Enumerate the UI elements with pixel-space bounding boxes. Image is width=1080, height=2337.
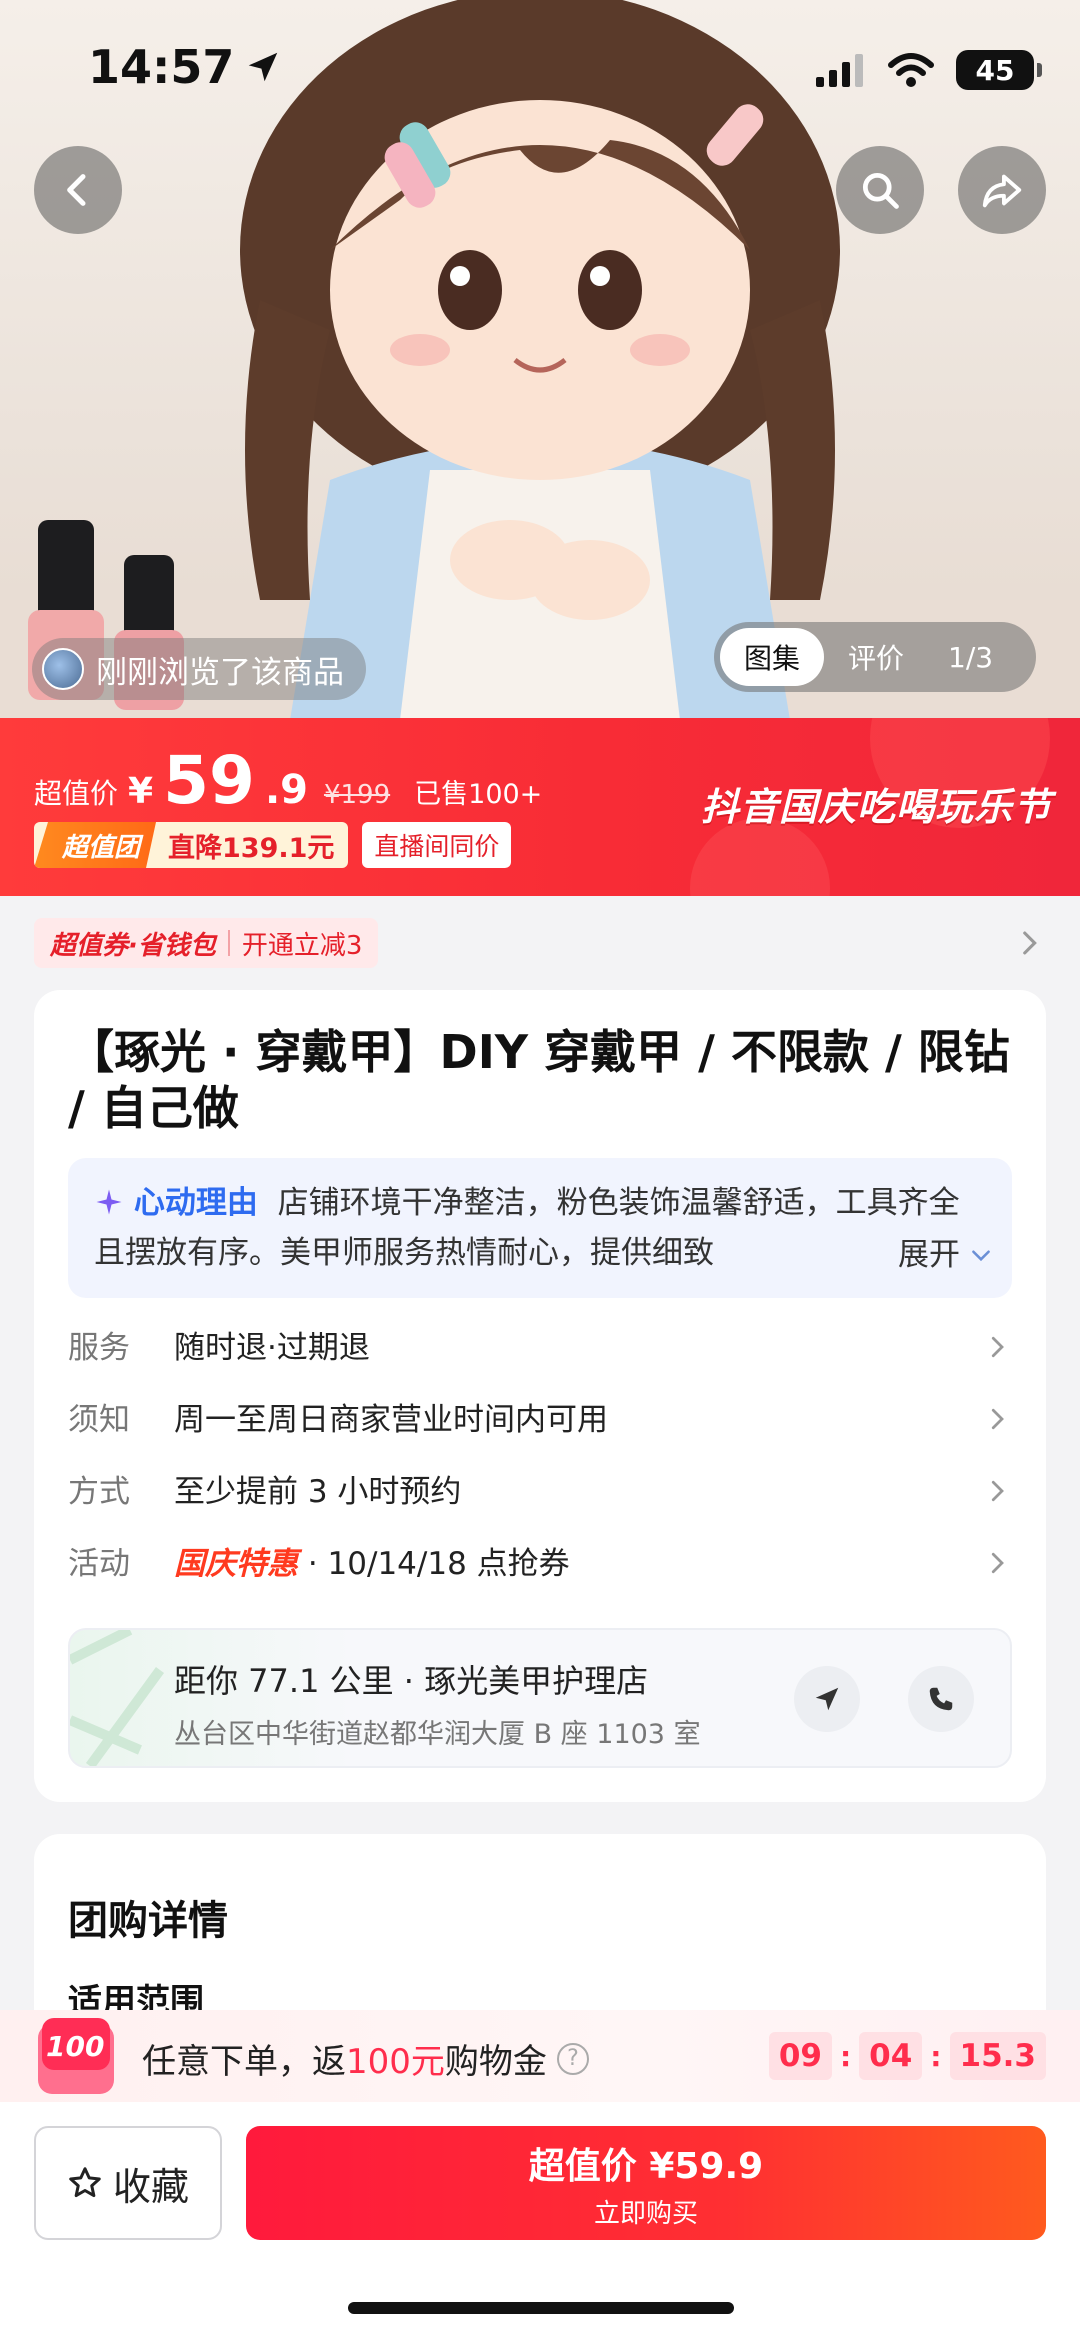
details-heading: 团购详情 bbox=[68, 1898, 228, 1944]
info-key: 活动 bbox=[68, 1545, 130, 1582]
info-row-notice[interactable]: 须知 周一至周日商家营业时间内可用 bbox=[68, 1386, 1012, 1446]
info-value: 周一至周日商家营业时间内可用 bbox=[174, 1401, 608, 1438]
highlight-reason[interactable]: 心动理由 店铺环境干净整洁，粉色装饰温馨舒适，工具齐全且摆放有序。美甲师服务热情… bbox=[68, 1158, 1012, 1298]
chevron-right-icon bbox=[991, 1408, 1004, 1430]
timer-seconds: 15.3 bbox=[949, 2032, 1046, 2080]
phone-icon bbox=[929, 1687, 953, 1711]
map-thumbnail bbox=[70, 1630, 165, 1766]
status-time: 14:57 bbox=[88, 40, 235, 94]
share-icon bbox=[982, 174, 1022, 208]
chevron-down-icon bbox=[972, 1250, 990, 1262]
back-button[interactable] bbox=[34, 146, 122, 234]
festival-logo: 抖音国庆吃喝玩乐节 bbox=[700, 785, 1052, 829]
navigate-button[interactable] bbox=[794, 1666, 860, 1732]
wifi-icon bbox=[888, 53, 934, 87]
activity-highlight: 国庆特惠 bbox=[174, 1545, 298, 1582]
coupon-name: 超值券·省钱包 bbox=[50, 930, 216, 961]
chevron-right-icon bbox=[1023, 931, 1037, 955]
chevron-left-icon bbox=[67, 174, 86, 206]
browsed-text: 刚刚浏览了该商品 bbox=[96, 654, 344, 691]
battery-indicator: 45 bbox=[956, 50, 1042, 90]
info-row-activity[interactable]: 活动 国庆特惠 · 10/14/18 点抢券 bbox=[68, 1530, 1012, 1590]
buy-action-label: 立即购买 bbox=[593, 2198, 698, 2229]
info-key: 须知 bbox=[68, 1401, 130, 1438]
value-group-badge: 超值团 bbox=[34, 822, 156, 868]
promo-text-b: 购物金 bbox=[444, 2042, 547, 2082]
chevron-right-icon bbox=[991, 1552, 1004, 1574]
star-icon bbox=[69, 2167, 101, 2198]
price-currency: ¥ bbox=[128, 771, 154, 812]
bottom-action-bar: 收藏 超值价 ¥59.9 立即购买 bbox=[0, 2102, 1080, 2337]
info-key: 方式 bbox=[68, 1473, 130, 1510]
favorite-button[interactable]: 收藏 bbox=[34, 2126, 222, 2240]
sparkle-icon bbox=[96, 1189, 122, 1215]
tab-reviews[interactable]: 评价 bbox=[824, 628, 928, 686]
value-group-tag: 超值团 直降139.1元 bbox=[34, 822, 349, 868]
location-arrow-icon bbox=[249, 52, 278, 82]
expand-label: 展开 bbox=[898, 1237, 960, 1273]
buy-price-label: 超值价 ¥59.9 bbox=[528, 2145, 764, 2187]
status-bar: 14:57 45 bbox=[0, 0, 1080, 140]
info-key: 服务 bbox=[68, 1329, 130, 1366]
price-decimal: .9 bbox=[264, 767, 308, 813]
search-button[interactable] bbox=[836, 146, 924, 234]
product-info-card: 【琢光 · 穿戴甲】DIY 穿戴甲 / 不限款 / 限钻 / 自己做 心动理由 … bbox=[34, 990, 1046, 1802]
avatar bbox=[42, 648, 84, 690]
promo-amount: 100元 bbox=[346, 2042, 445, 2082]
signal-icon bbox=[816, 54, 863, 87]
chevron-right-icon bbox=[991, 1480, 1004, 1502]
price-integer: 59 bbox=[163, 742, 255, 819]
product-title: 【琢光 · 穿戴甲】DIY 穿戴甲 / 不限款 / 限钻 / 自己做 bbox=[68, 1025, 1010, 1135]
cashback-promo-bar[interactable]: 100 任意下单，返100元购物金 ? 09 : 04 : 15.3 bbox=[0, 2010, 1080, 2102]
chevron-right-icon bbox=[991, 1336, 1004, 1358]
live-price-tag: 直播间同价 bbox=[362, 822, 512, 868]
coupon-row[interactable]: 超值券·省钱包 开通立减3 bbox=[34, 918, 1046, 968]
info-value: · 10/14/18 点抢券 bbox=[298, 1545, 570, 1582]
product-content: 超值券·省钱包 开通立减3 【琢光 · 穿戴甲】DIY 穿戴甲 / 不限款 / … bbox=[0, 896, 1080, 2054]
coupon-100-label: 100 bbox=[46, 2030, 105, 2063]
shop-distance: 距你 77.1 公里 · 琢光美甲护理店 bbox=[174, 1662, 649, 1700]
expand-button[interactable]: 展开 bbox=[880, 1230, 994, 1280]
call-button[interactable] bbox=[908, 1666, 974, 1732]
coupon-action: 开通立减3 bbox=[241, 930, 363, 961]
timer-hours: 09 bbox=[768, 2032, 832, 2080]
shop-address: 丛台区中华街道赵都华润大厦 B 座 1103 室 bbox=[174, 1719, 701, 1750]
favorite-label: 收藏 bbox=[112, 2164, 189, 2209]
home-indicator[interactable] bbox=[348, 2302, 734, 2314]
navigation-icon bbox=[815, 1687, 839, 1711]
gallery-tabs: 图集 评价 1/3 bbox=[714, 622, 1036, 692]
promo-text-a: 任意下单，返 bbox=[142, 2042, 346, 2082]
recent-viewer-badge: 刚刚浏览了该商品 bbox=[32, 638, 366, 700]
info-row-method[interactable]: 方式 至少提前 3 小时预约 bbox=[68, 1458, 1012, 1518]
shop-card[interactable]: 距你 77.1 公里 · 琢光美甲护理店 丛台区中华街道赵都华润大厦 B 座 1… bbox=[68, 1628, 1012, 1768]
sold-count: 已售100+ bbox=[414, 779, 543, 810]
info-row-service[interactable]: 服务 随时退·过期退 bbox=[68, 1314, 1012, 1374]
product-gallery[interactable]: 14:57 45 刚刚浏览了该商品 图集 评价 1/3 bbox=[0, 0, 1080, 720]
info-value: 至少提前 3 小时预约 bbox=[174, 1473, 462, 1510]
original-price: ¥199 bbox=[323, 780, 391, 810]
discount-text: 直降139.1元 bbox=[168, 832, 335, 864]
price-label: 超值价 bbox=[34, 777, 119, 810]
gallery-index: 1/3 bbox=[948, 640, 994, 674]
coupon-tag[interactable]: 超值券·省钱包 开通立减3 bbox=[34, 918, 379, 968]
timer-minutes: 04 bbox=[859, 2032, 923, 2080]
search-icon bbox=[862, 172, 899, 209]
reason-label: 心动理由 bbox=[133, 1185, 258, 1221]
buy-now-button[interactable]: 超值价 ¥59.9 立即购买 bbox=[246, 2126, 1046, 2240]
tab-gallery[interactable]: 图集 bbox=[720, 628, 825, 686]
info-value: 随时退·过期退 bbox=[174, 1329, 370, 1366]
share-button[interactable] bbox=[958, 146, 1046, 234]
help-icon[interactable]: ? bbox=[556, 2042, 589, 2075]
price-banner: 超值价 ¥ 59.9 ¥199 已售100+ 超值团 直降139.1元 直播间同… bbox=[0, 718, 1080, 896]
countdown-timer: 09 : 04 : 15.3 bbox=[768, 2032, 1046, 2080]
